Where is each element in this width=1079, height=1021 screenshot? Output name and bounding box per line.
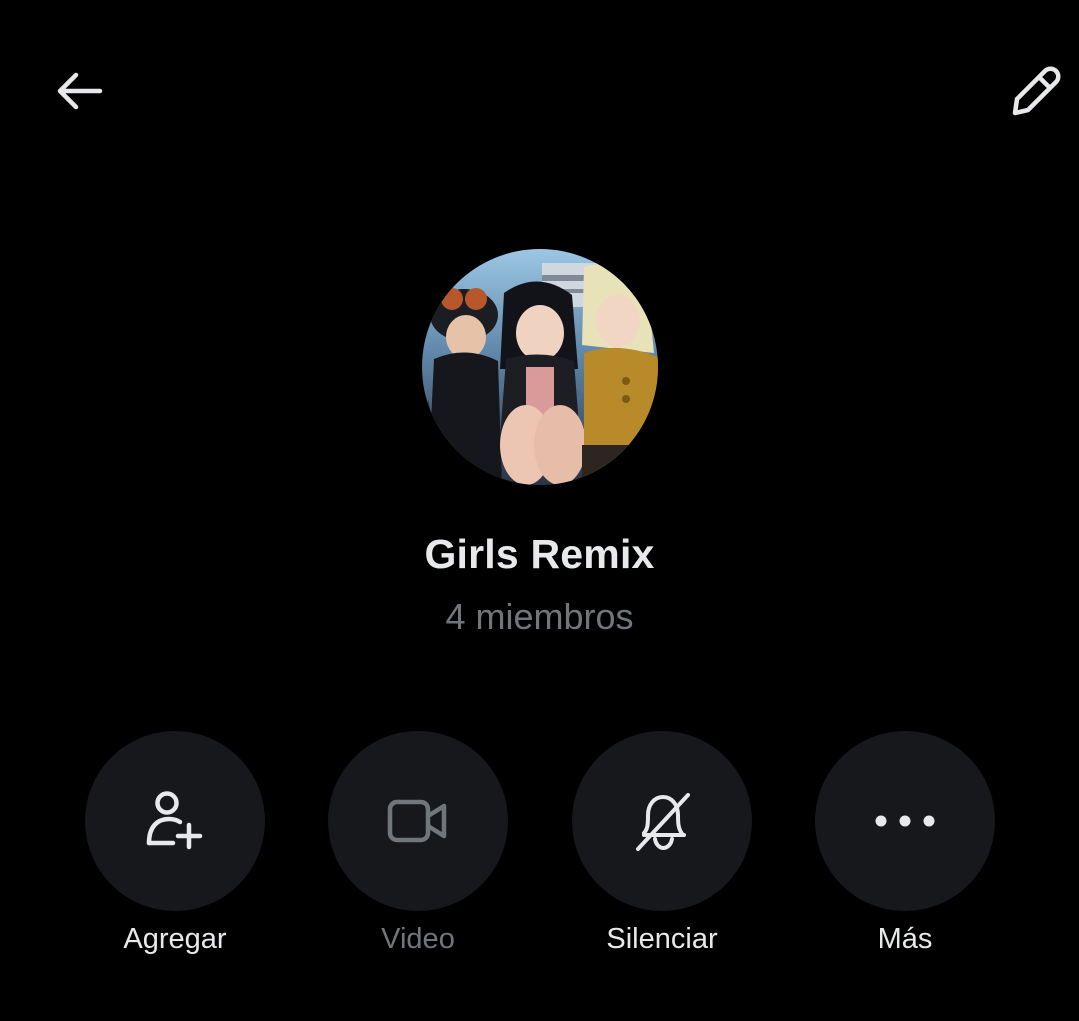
video-call-button[interactable]: Video (328, 731, 508, 956)
group-name: Girls Remix (424, 531, 655, 577)
back-button[interactable] (48, 59, 112, 123)
more-button[interactable]: Más (815, 731, 995, 956)
bell-off-icon (636, 793, 690, 851)
pencil-icon (1012, 66, 1061, 116)
group-avatar-image (422, 249, 658, 485)
add-member-button[interactable]: Agregar (85, 731, 265, 956)
add-member-label: Agregar (123, 923, 227, 955)
group-avatar[interactable] (422, 249, 658, 485)
more-label: Más (877, 923, 933, 955)
video-call-button-circle[interactable] (328, 731, 508, 911)
edit-button[interactable] (1003, 59, 1067, 123)
add-person-icon (146, 791, 203, 850)
mute-button[interactable]: Silenciar (572, 731, 752, 956)
more-button-circle[interactable] (815, 731, 995, 911)
video-camera-icon (387, 799, 447, 843)
arrow-left-icon (57, 72, 103, 110)
mute-label: Silenciar (606, 923, 718, 955)
mute-button-circle[interactable] (572, 731, 752, 911)
add-member-button-circle[interactable] (85, 731, 265, 911)
member-count[interactable]: 4 miembros (0, 596, 1079, 638)
more-dots-icon (875, 815, 935, 827)
video-call-label: Video (381, 923, 455, 955)
